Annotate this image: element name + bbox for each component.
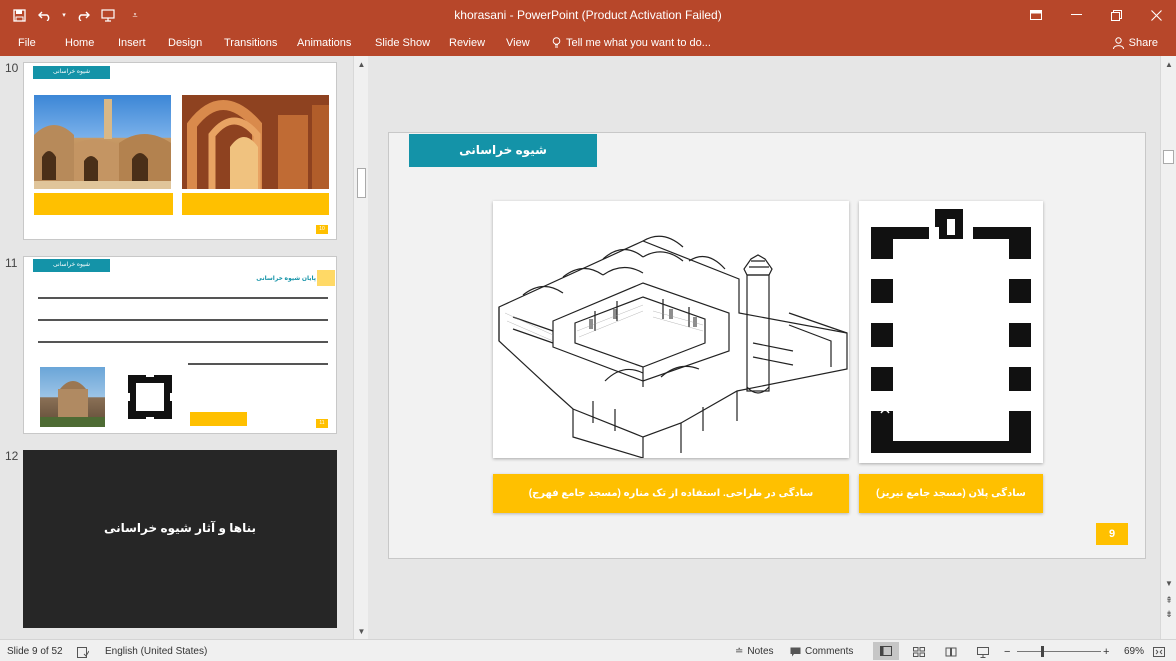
minimize-icon[interactable] [1056,0,1096,30]
status-bar: Slide 9 of 52 English (United States) ≐ … [0,639,1176,661]
comment-icon [790,647,801,657]
thumb-caption [182,193,329,215]
tell-me-text: Tell me what you want to do... [566,37,711,49]
slide-thumbnail-10[interactable]: شیوه خراسانی 10 [23,62,337,240]
thumb-heading: پایان شیوه خراسانی [256,276,316,282]
zoom-slider[interactable] [1017,651,1101,652]
zoom-in-icon[interactable]: + [1103,645,1109,659]
tab-view[interactable]: View [506,34,530,52]
tab-file[interactable]: File [18,34,36,52]
scroll-thumb[interactable] [357,168,366,198]
slide-counter: Slide 9 of 52 [7,646,63,657]
notes-icon: ≐ [735,646,744,657]
tab-home[interactable]: Home [65,34,94,52]
slide-thumbnail-pane: 10 شیوه خراسانی 10 11 شیوه خراسانی پایان… [0,56,370,639]
tab-animations[interactable]: Animations [297,34,351,52]
thumbnail-scrollbar[interactable]: ▲ ▼ [353,56,368,639]
next-slide-icon[interactable]: ⇟ [1163,608,1175,620]
slide-number: 11 [5,256,18,270]
zoom-out-icon[interactable]: − [1004,645,1010,659]
tab-review[interactable]: Review [449,34,485,52]
normal-view-icon[interactable] [873,642,899,660]
thumb-banner: شیوه خراسانی [33,66,110,79]
comments-button[interactable]: Comments [790,645,853,659]
ribbon-tabs: File Home Insert Design Transitions Anim… [0,30,1176,56]
tab-transitions[interactable]: Transitions [224,34,277,52]
slide-thumbnail-11[interactable]: شیوه خراسانی پایان شیوه خراسانی 11 [23,256,337,434]
slideshow-view-icon[interactable] [977,645,989,659]
arcade-interior-photo [182,95,329,189]
scroll-up-icon[interactable]: ▲ [356,59,367,70]
share-button[interactable]: Share [1112,33,1158,53]
slide-scrollbar[interactable]: ▲ ▼ ⇞ ⇟ [1160,56,1176,639]
person-icon [1112,37,1124,49]
ribbon-display-icon[interactable] [1016,0,1056,30]
comments-label: Comments [805,646,854,657]
window-controls [1016,0,1176,30]
tab-insert[interactable]: Insert [118,34,146,52]
slide-caption: سادگی در طراحی. استفاده از تک مناره (مسج… [493,474,849,513]
share-label: Share [1128,37,1158,49]
samanid-mausoleum-photo [40,367,105,427]
thumb-banner: شیوه خراسانی [33,259,110,272]
mosque-courtyard-photo [34,95,171,189]
slide-sorter-icon[interactable] [913,645,925,659]
slide-number: 10 [5,61,19,75]
scroll-down-icon[interactable]: ▼ [1163,578,1175,590]
slide-editor: شیوه خراسانی سادگی در طراحی. استفاده از … [371,56,1160,639]
zoom-percent[interactable]: 69% [1124,645,1144,659]
current-slide[interactable]: شیوه خراسانی سادگی در طراحی. استفاده از … [388,132,1146,559]
lightbulb-icon [552,37,561,48]
mosque-isometric-drawing [493,201,849,458]
slide-number: 12 [5,449,19,463]
scroll-down-icon[interactable]: ▼ [356,626,367,637]
zoom-slider-thumb[interactable] [1041,646,1044,657]
thumb-accent-square [317,270,335,286]
thumb-page-number: 10 [316,225,328,234]
slide-caption: سادگی پلان (مسجد جامع نیریز) [859,474,1043,513]
tell-me-box[interactable]: Tell me what you want to do... [552,34,711,52]
scroll-thumb[interactable] [1163,150,1174,164]
mausoleum-plan-drawing [112,365,188,429]
close-icon[interactable] [1136,0,1176,30]
notes-button[interactable]: ≐ Notes [735,645,774,659]
window-title: khorasani - PowerPoint (Product Activati… [454,8,722,22]
restore-icon[interactable] [1096,0,1136,30]
thumb-body-text-lines [38,297,328,365]
title-bar: ▾ ⩡ khorasani - PowerPoint (Product Acti… [0,0,1176,30]
slide-page-number: 9 [1096,523,1128,545]
tab-design[interactable]: Design [168,34,202,52]
notes-label: Notes [747,646,774,657]
thumb-caption [190,412,247,426]
thumb-page-number: 11 [316,419,328,428]
thumb-title: بناها و آثار شیوه خراسانی [103,521,257,535]
thumb-caption [34,193,173,215]
scroll-up-icon[interactable]: ▲ [1163,59,1175,71]
slide-thumbnail-12[interactable]: بناها و آثار شیوه خراسانی [23,450,337,628]
reading-view-icon[interactable] [945,645,957,659]
language-status[interactable]: English (United States) [105,645,207,659]
previous-slide-icon[interactable]: ⇞ [1163,594,1175,606]
tab-slide-show[interactable]: Slide Show [375,34,430,52]
slide-banner: شیوه خراسانی [409,134,597,167]
mosque-plan-drawing [859,201,1043,463]
spelling-icon[interactable] [77,645,89,659]
fit-to-window-icon[interactable] [1153,645,1165,659]
